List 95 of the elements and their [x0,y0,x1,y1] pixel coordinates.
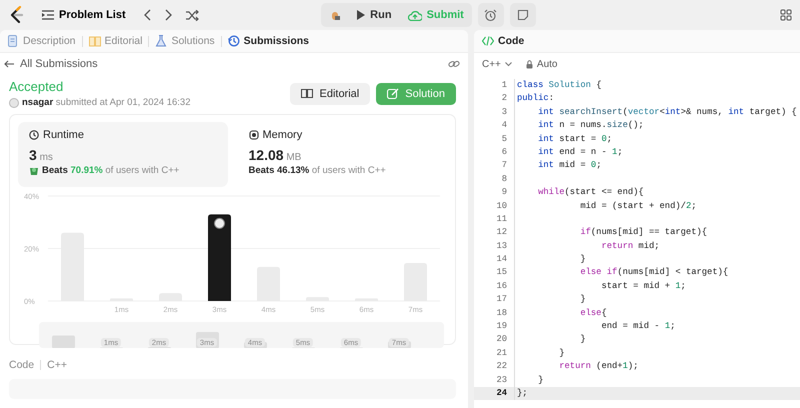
line-number: 7 [500,159,508,172]
list-icon [42,10,54,20]
code-line: else{ [579,308,607,318]
line-number: 22 [495,360,508,374]
status-label: Accepted [9,79,64,94]
chevron-right-icon[interactable] [164,9,172,21]
submissions-icon [228,35,240,47]
line-number: 4 [500,119,508,132]
code-line: } [579,254,586,264]
edit-icon [387,88,400,99]
description-icon [7,35,19,47]
beats-text: Beats 46.13% of users with C++ [248,165,386,176]
line-number: 20 [495,333,508,346]
code-line: return mid; [600,240,660,251]
lock-icon [526,60,533,68]
code-line: int n = nums.size(); [537,120,644,130]
stat-title: Memory [262,129,302,141]
cup-icon [29,166,39,176]
code-line: end = mid - 1; [600,321,676,332]
code-line: class Solution { [517,80,602,90]
language-label: C++ [47,359,67,371]
section-label: Code [9,359,34,371]
solutions-icon [155,35,168,47]
line-number: 1 [500,79,508,92]
note-icon [516,9,529,21]
note-button[interactable] [510,3,536,27]
code-line: while(start <= end){ [537,187,644,198]
code-line: int searchInsert(vector<int>& nums, int target) { [537,106,797,117]
line-number: 12 [495,226,508,240]
line-number: 19 [495,320,508,334]
chevron-left-icon[interactable] [144,9,151,21]
cloud-upload-icon [408,10,422,20]
line-number: 14 [495,253,508,266]
code-line: int end = n - 1; [537,146,623,157]
code-line: } [537,374,544,385]
back-link[interactable]: All Submissions [4,58,98,70]
code-line: } [579,294,586,304]
line-number: 9 [500,186,508,200]
book-icon [301,88,314,99]
code-line: public: [517,93,554,104]
line-number: 15 [495,266,508,280]
run-button[interactable]: Run [349,3,400,27]
panel-title: Code [498,35,524,47]
line-number: 2 [500,92,508,106]
code-icon [482,36,494,46]
memory-panel[interactable]: Memory 12.08 MB Beats 46.13% of users with C++ [238,122,447,187]
runtime-panel[interactable]: Runtime 3 ms Beats 70.91% of users with C++ [18,122,228,187]
play-icon [357,10,366,20]
bug-icon [329,9,342,21]
line-number: 11 [495,212,508,226]
arrow-left-icon [4,60,14,68]
code-line: int mid = 0; [537,160,602,170]
line-number: 10 [495,200,508,213]
language-dropdown[interactable]: C++ [482,58,512,70]
code-line: start = mid + 1; [600,280,686,291]
line-number: 21 [495,346,508,360]
mode-label: Auto [536,58,558,70]
code-line: } [558,348,565,358]
code-line: else if(nums[mid] < target){ [579,267,728,278]
stat-value: 3 ms [29,147,54,163]
tab[interactable]: Submissions [224,31,312,51]
line-number: 18 [495,306,508,320]
line-number: 24 [495,386,508,400]
avatar-icon [9,98,19,108]
submission-info: nsagar submitted at Apr 01, 2024 16:32 [22,97,190,108]
layout-grid-icon[interactable] [780,9,792,21]
problem-list-button[interactable]: Problem List [38,3,130,27]
line-number: 3 [500,106,508,119]
caret-icon [504,62,512,66]
link-icon[interactable] [448,59,460,69]
line-number: 5 [500,132,508,146]
line-number: 13 [495,240,508,253]
code-line: }; [517,388,528,398]
code-line: mid = (start + end)/2; [579,200,696,211]
line-number: 16 [495,280,508,293]
logo-icon [8,6,24,24]
chip-icon [248,130,258,140]
code-line: } [579,334,586,344]
beats-text: Beats 70.91% of users with C++ [42,165,180,176]
shuffle-icon[interactable] [186,10,199,20]
code-line: int start = 0; [537,134,612,144]
editorial-icon [88,35,101,47]
alarm-clock-icon [484,8,498,22]
line-number: 8 [500,172,508,186]
alarm-button[interactable] [478,3,504,27]
clock-icon [29,130,39,140]
editorial-button[interactable]: Editorial [290,82,370,104]
code-line: return (end+1); [558,361,638,372]
stat-title: Runtime [43,129,84,141]
code-line: if(nums[mid] == target){ [579,227,708,238]
avatar-icon [214,218,225,229]
line-number: 23 [495,374,508,387]
line-number: 6 [500,146,508,159]
stat-value: 12.08 MB [248,147,302,163]
line-number: 17 [495,293,508,306]
